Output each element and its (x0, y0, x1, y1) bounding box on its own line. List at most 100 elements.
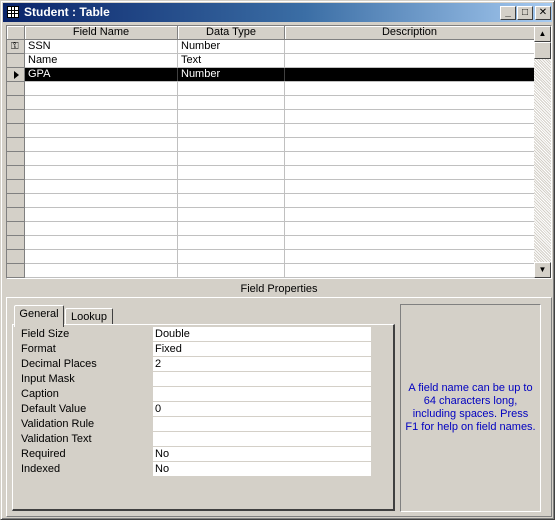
table-row[interactable] (25, 124, 535, 138)
table-row[interactable] (25, 264, 535, 278)
description-cell[interactable] (285, 264, 535, 277)
description-cell[interactable] (285, 180, 535, 193)
property-value-field[interactable]: Double (153, 327, 371, 342)
data-type-cell[interactable] (178, 96, 285, 109)
close-button[interactable]: ✕ (535, 6, 551, 20)
field-name-cell[interactable] (25, 110, 178, 123)
description-cell[interactable] (285, 152, 535, 165)
field-name-cell[interactable] (25, 250, 178, 263)
property-row: Default Value 0 (21, 402, 371, 417)
table-row[interactable] (25, 96, 535, 110)
field-name-cell[interactable] (25, 166, 178, 179)
data-type-cell[interactable] (178, 138, 285, 151)
field-name-cell[interactable]: Name (25, 54, 178, 67)
table-row[interactable] (25, 250, 535, 264)
description-cell[interactable] (285, 194, 535, 207)
data-type-cell[interactable] (178, 124, 285, 137)
table-row[interactable] (25, 208, 535, 222)
table-row[interactable] (25, 166, 535, 180)
grid-corner[interactable] (7, 26, 25, 40)
field-name-cell[interactable] (25, 194, 178, 207)
field-name-cell[interactable] (25, 222, 178, 235)
data-type-cell[interactable]: Number (178, 68, 285, 81)
property-value-field[interactable] (153, 432, 371, 447)
property-row: Validation Rule (21, 417, 371, 432)
property-value-field[interactable]: 2 (153, 357, 371, 372)
field-name-cell[interactable] (25, 264, 178, 277)
property-value-field[interactable]: 0 (153, 402, 371, 417)
property-label: Required (21, 448, 66, 460)
data-type-cell[interactable] (178, 250, 285, 263)
description-cell[interactable] (285, 110, 535, 123)
property-row: Validation Text (21, 432, 371, 447)
property-label: Caption (21, 388, 59, 400)
column-header-data-type[interactable]: Data Type (178, 26, 285, 40)
property-value-field[interactable]: Fixed (153, 342, 371, 357)
property-label: Validation Rule (21, 418, 95, 430)
description-cell[interactable] (285, 82, 535, 95)
description-cell[interactable] (285, 208, 535, 221)
description-cell[interactable] (285, 96, 535, 109)
data-type-cell[interactable]: Text (178, 54, 285, 67)
data-type-cell[interactable] (178, 152, 285, 165)
field-name-cell[interactable] (25, 138, 178, 151)
field-name-cell[interactable] (25, 180, 178, 193)
data-type-cell[interactable] (178, 236, 285, 249)
field-name-cell[interactable] (25, 124, 178, 137)
data-type-cell[interactable] (178, 82, 285, 95)
property-value-field[interactable] (153, 417, 371, 432)
column-header-description[interactable]: Description (285, 26, 535, 40)
field-name-cell[interactable] (25, 208, 178, 221)
description-cell[interactable] (285, 40, 535, 53)
table-row[interactable] (25, 152, 535, 166)
data-type-cell[interactable] (178, 180, 285, 193)
description-cell[interactable] (285, 124, 535, 137)
table-row[interactable]: Name Text (25, 54, 535, 68)
table-row[interactable] (25, 236, 535, 250)
description-cell[interactable] (285, 250, 535, 263)
description-cell[interactable] (285, 54, 535, 67)
data-type-cell[interactable] (178, 194, 285, 207)
scroll-up-button[interactable]: ▲ (534, 26, 551, 42)
table-row[interactable] (25, 138, 535, 152)
field-name-cell[interactable] (25, 236, 178, 249)
description-cell[interactable] (285, 138, 535, 151)
scroll-down-button[interactable]: ▼ (534, 262, 551, 278)
data-type-cell[interactable] (178, 264, 285, 277)
column-header-field-name[interactable]: Field Name (25, 26, 178, 40)
maximize-button[interactable]: □ (517, 6, 533, 20)
vertical-scrollbar[interactable]: ▲ ▼ (534, 26, 551, 278)
property-value-field[interactable]: No (153, 447, 371, 462)
description-cell[interactable] (285, 166, 535, 179)
field-name-cell[interactable]: SSN (25, 40, 178, 53)
table-row[interactable]: GPA Number (25, 68, 535, 82)
data-type-cell[interactable]: Number (178, 40, 285, 53)
scroll-thumb[interactable] (534, 42, 551, 59)
table-row[interactable] (25, 110, 535, 124)
data-type-cell[interactable] (178, 208, 285, 221)
description-cell[interactable] (285, 222, 535, 235)
tab-general[interactable]: General (14, 305, 64, 327)
data-type-cell[interactable] (178, 166, 285, 179)
help-box: A field name can be up to 64 characters … (400, 304, 541, 512)
property-value-field[interactable] (153, 372, 371, 387)
field-name-cell[interactable]: GPA (25, 68, 178, 81)
property-value-field[interactable] (153, 387, 371, 402)
field-name-cell[interactable] (25, 96, 178, 109)
property-value-field[interactable]: No (153, 462, 371, 477)
property-row: Caption (21, 387, 371, 402)
table-row[interactable] (25, 194, 535, 208)
title-bar[interactable]: Student : Table _ □ ✕ (3, 3, 552, 22)
minimize-button[interactable]: _ (500, 6, 516, 20)
description-cell[interactable] (285, 68, 535, 81)
description-cell[interactable] (285, 236, 535, 249)
table-row[interactable] (25, 222, 535, 236)
data-type-cell[interactable] (178, 222, 285, 235)
table-row[interactable]: SSN Number (25, 40, 535, 54)
row-selector-column[interactable]: ⚿ (7, 40, 25, 278)
data-type-cell[interactable] (178, 110, 285, 123)
field-name-cell[interactable] (25, 82, 178, 95)
table-row[interactable] (25, 180, 535, 194)
table-row[interactable] (25, 82, 535, 96)
field-name-cell[interactable] (25, 152, 178, 165)
